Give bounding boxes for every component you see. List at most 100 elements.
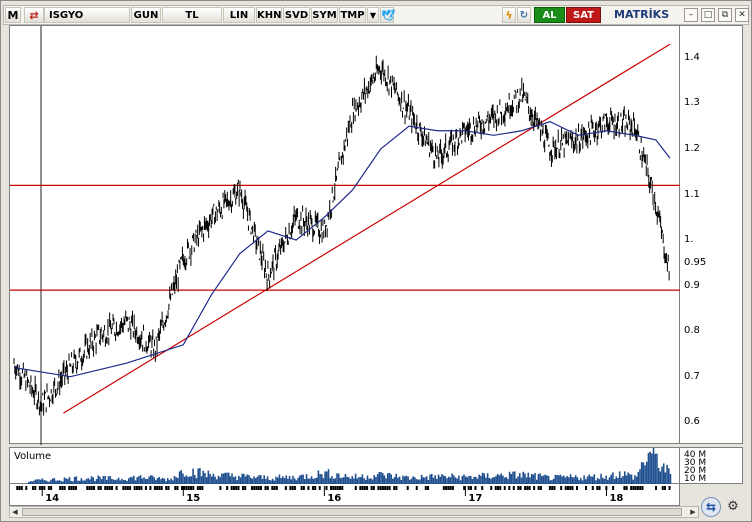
tmp-button[interactable]: TMP: [339, 7, 366, 23]
volume-bar: [654, 453, 657, 484]
volume-bar: [180, 470, 183, 484]
volume-bar: [498, 475, 501, 484]
volume-bar: [422, 477, 425, 484]
date-tick: [92, 486, 95, 490]
volume-bar: [258, 475, 260, 484]
volume-bar: [300, 474, 303, 484]
date-tick: [442, 486, 445, 490]
volume-bar: [375, 476, 377, 484]
date-tick: [140, 486, 143, 490]
date-tick: [241, 486, 244, 490]
sell-button[interactable]: SAT: [566, 7, 601, 23]
scale-button[interactable]: LIN: [223, 7, 255, 23]
volume-bar: [210, 476, 213, 484]
volume-bar: [229, 476, 232, 484]
minimize-icon[interactable]: –: [684, 8, 698, 22]
volume-bar: [403, 476, 406, 484]
settings-gear-icon[interactable]: ⚙: [725, 499, 741, 515]
close-icon[interactable]: ✕: [735, 8, 749, 22]
date-tick: [524, 486, 527, 490]
date-tick: [630, 486, 633, 490]
volume-bar: [652, 443, 655, 484]
price-chart[interactable]: [10, 26, 681, 445]
volume-bar: [634, 475, 636, 484]
date-tick: [32, 486, 35, 490]
volume-bar: [317, 470, 320, 484]
volume-bar: [378, 472, 381, 484]
scrollbar-thumb[interactable]: [22, 508, 682, 516]
volume-bar: [326, 471, 328, 484]
volume-bar: [151, 475, 154, 484]
svd-button[interactable]: SVD: [283, 7, 310, 23]
date-tick: [61, 486, 64, 490]
scroll-right-icon[interactable]: ▶: [688, 507, 698, 517]
volume-bar: [336, 473, 338, 484]
date-tick: [551, 486, 554, 490]
volume-bar: [185, 475, 188, 484]
buy-button[interactable]: AL: [534, 7, 565, 23]
volume-bar: [458, 475, 460, 484]
matriks-menu-button[interactable]: M: [5, 7, 21, 23]
date-tick: [181, 486, 184, 490]
dropdown-arrow-icon[interactable]: ▼: [367, 7, 379, 23]
volume-bar: [92, 477, 95, 484]
volume-bar: [600, 473, 602, 484]
volume-bar: [266, 476, 269, 484]
volume-bar: [214, 476, 216, 484]
volume-bar: [434, 475, 436, 484]
volume-bar: [571, 477, 574, 484]
period-button[interactable]: GUN: [131, 7, 161, 23]
compare-icon[interactable]: ⇄: [24, 7, 44, 23]
volume-bar: [473, 476, 475, 484]
volume-bar: [109, 476, 111, 484]
scroll-left-icon[interactable]: ◀: [10, 507, 20, 517]
volume-bar: [183, 476, 186, 484]
volume-bar: [143, 477, 145, 484]
volume-bar: [464, 476, 467, 484]
price-tick-label: 0.6: [684, 416, 700, 428]
volume-bar: [192, 468, 194, 484]
volume-bar: [586, 476, 589, 484]
khn-button[interactable]: KHN: [256, 7, 282, 23]
trendline-0: [63, 43, 671, 414]
volume-bar: [593, 474, 596, 484]
lightning-icon[interactable]: ϟ: [502, 7, 516, 23]
horizontal-scrollbar[interactable]: ◀ ▶: [9, 506, 699, 518]
price-tick-label: 1.1: [684, 188, 700, 200]
refresh-icon[interactable]: ↻: [517, 7, 531, 23]
date-tick: [393, 486, 396, 490]
volume-bar: [559, 474, 562, 484]
date-axis[interactable]: 14 15 16 17 18: [9, 484, 680, 506]
twitter-icon[interactable]: 🕊: [380, 7, 395, 23]
symbol-field[interactable]: ISGYO: [44, 7, 130, 23]
date-tick: [519, 486, 522, 490]
volume-bar: [644, 465, 646, 484]
price-chart-pane[interactable]: [9, 25, 681, 445]
restore-icon[interactable]: ⧉: [718, 8, 732, 22]
maximize-icon[interactable]: □: [701, 8, 715, 22]
volume-bar: [275, 476, 277, 484]
volume-bar: [405, 475, 408, 484]
volume-bar: [337, 473, 340, 484]
volume-bar: [342, 477, 345, 484]
volume-bar: [539, 473, 541, 484]
date-tick: [264, 486, 267, 490]
date-tick: [192, 486, 195, 490]
currency-button[interactable]: TL: [162, 7, 222, 23]
volume-bar: [383, 475, 386, 484]
date-tick: [388, 486, 391, 490]
date-tick: [50, 486, 53, 490]
volume-bar: [227, 472, 230, 484]
date-tick: [293, 486, 296, 490]
date-tick: [596, 486, 599, 490]
date-tick: [300, 486, 303, 490]
price-axis[interactable]: 1.4 1.3 1.2 1.1 1. 0.95 0.9 0.8 0.7 0.6: [680, 25, 743, 444]
volume-bar: [260, 475, 262, 484]
volume-pane[interactable]: Volume: [9, 443, 680, 484]
volume-bar: [288, 475, 291, 484]
sym-button[interactable]: SYM: [311, 7, 338, 23]
volume-bar: [351, 476, 354, 484]
sync-icon[interactable]: ⇆: [701, 497, 721, 517]
date-tick: [569, 486, 572, 490]
date-tick: [167, 486, 170, 490]
